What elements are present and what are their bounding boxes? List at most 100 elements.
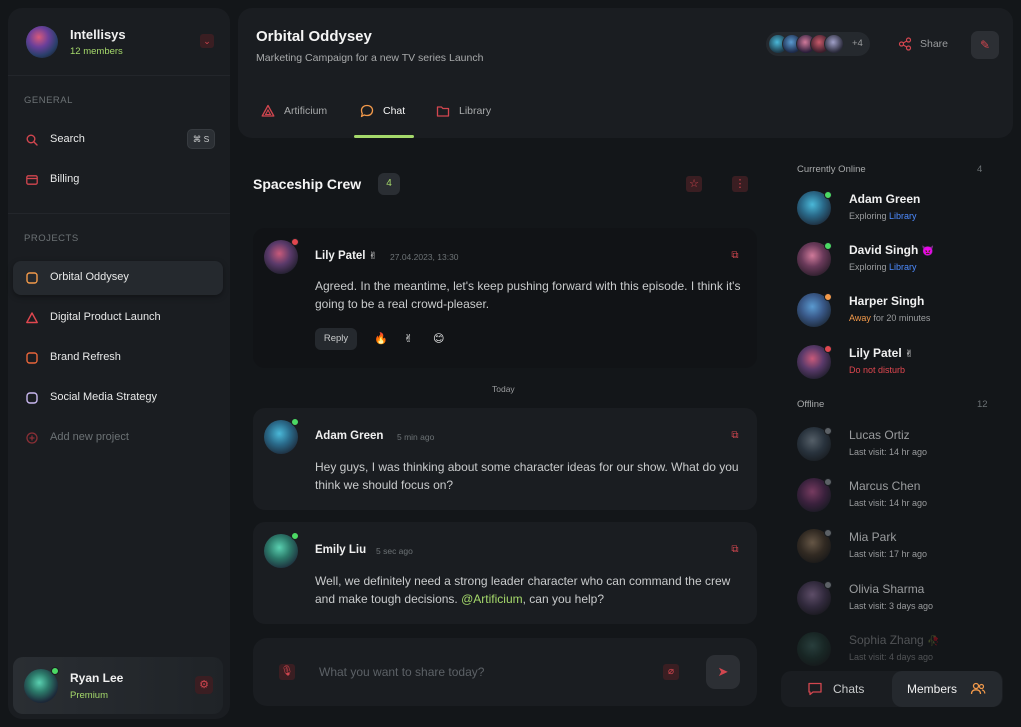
users-icon <box>970 682 986 695</box>
member-item[interactable]: Lily Patel ✌ Do not disturb <box>797 343 997 383</box>
sidebar-project-social-media-strategy[interactable]: Social Media Strategy <box>13 381 223 415</box>
chat-bubble-icon <box>808 682 822 696</box>
section-label-general: GENERAL <box>24 95 73 106</box>
mention-link[interactable]: @Artificium <box>461 592 523 606</box>
member-name-text: David Singh <box>849 243 919 257</box>
message-text: Well, we definitely need a strong leader… <box>315 572 745 608</box>
workspace-avatar <box>26 26 58 58</box>
tab-label: Library <box>459 105 492 117</box>
sidebar-item-label: Orbital Oddysey <box>50 271 129 283</box>
status-link[interactable]: Library <box>889 211 917 221</box>
workspace-members-count: 12 members <box>70 46 123 57</box>
message-author-name: Emily Liu <box>315 544 367 556</box>
message-text: Hey guys, I was thinking about some char… <box>315 460 739 492</box>
message-text-part: , can you help? <box>522 592 605 606</box>
member-item[interactable]: Adam Green Exploring Library <box>797 189 997 229</box>
member-name: Lucas Ortiz <box>849 428 910 442</box>
add-project-button[interactable]: Add new project <box>13 421 223 455</box>
message-composer: 🎙 ⌀ ➤ <box>253 638 757 706</box>
message-input[interactable] <box>319 662 649 682</box>
copy-icon[interactable]: ⧉ <box>729 430 741 442</box>
page-title: Orbital Oddysey <box>256 28 372 45</box>
more-vertical-icon[interactable]: ⋮ <box>732 176 748 192</box>
project-square-icon <box>26 392 38 404</box>
member-item[interactable]: Sophia Zhang 🥀 Last visit: 4 days ago <box>797 630 997 670</box>
member-status: Last visit: 14 hr ago <box>849 447 928 457</box>
gear-icon[interactable]: ⚙ <box>195 676 213 694</box>
tab-label: Artificium <box>284 105 328 117</box>
emoji-icon: 🥀 <box>927 636 940 647</box>
more-collaborators-count: +4 <box>852 38 863 49</box>
offline-status-dot <box>824 427 832 435</box>
edit-button[interactable]: ✎ <box>971 31 999 59</box>
shortcut-badge: ⌘ S <box>187 129 215 149</box>
chat-bubble-icon <box>360 104 374 118</box>
dnd-status-dot <box>291 238 299 246</box>
member-status: Do not disturb <box>849 365 905 375</box>
status-away: Away <box>849 313 871 323</box>
member-status: Last visit: 4 days ago <box>849 652 934 662</box>
reply-button[interactable]: Reply <box>315 328 357 350</box>
member-name: Lily Patel ✌ <box>849 346 913 360</box>
paperclip-icon[interactable]: ⌀ <box>663 664 679 680</box>
search-icon <box>26 134 38 146</box>
member-item[interactable]: David Singh 👿 Exploring Library <box>797 240 997 280</box>
member-status: Exploring Library <box>849 211 917 221</box>
member-name: Olivia Sharma <box>849 582 925 596</box>
star-icon[interactable]: ☆ <box>686 176 702 192</box>
sidebar-item-search[interactable]: Search ⌘ S <box>13 123 223 157</box>
message-author-name: Lily Patel <box>315 250 366 262</box>
chat-title: Spaceship Crew <box>253 176 362 192</box>
current-user-card[interactable]: Ryan Lee Premium ⚙ <box>13 657 223 714</box>
member-status: Exploring Library <box>849 262 917 272</box>
member-item[interactable]: Harper Singh Away for 20 minutes <box>797 291 997 331</box>
folder-icon <box>436 106 450 117</box>
tab-members[interactable]: Members <box>892 671 1002 707</box>
member-item[interactable]: Olivia Sharma Last visit: 3 days ago <box>797 579 997 619</box>
sidebar-project-orbital-oddysey[interactable]: Orbital Oddysey <box>13 261 223 295</box>
offline-status-dot <box>824 529 832 537</box>
sidebar-item-label: Digital Product Launch <box>50 311 161 323</box>
status-text: Exploring <box>849 262 890 272</box>
workspace-name: Intellisys <box>70 27 126 42</box>
collaborators-stack[interactable]: +4 <box>766 32 870 56</box>
pencil-icon: ✎ <box>979 38 991 52</box>
message-author: Lily Patel ✌ <box>315 250 377 262</box>
sidebar-item-billing[interactable]: Billing <box>13 163 223 197</box>
share-button[interactable]: Share <box>898 36 954 54</box>
tab-label: Chats <box>833 682 865 696</box>
member-item[interactable]: Marcus Chen Last visit: 14 hr ago <box>797 476 997 516</box>
reaction-smile[interactable]: 😊 <box>433 332 444 345</box>
online-status-dot <box>824 191 832 199</box>
message-author-name: Adam Green <box>315 430 384 442</box>
sidebar-item-label: Billing <box>50 173 80 185</box>
online-status-dot <box>291 532 299 540</box>
copy-icon[interactable]: ⧉ <box>729 544 741 556</box>
microphone-icon[interactable]: 🎙 <box>279 664 295 680</box>
member-item[interactable]: Lucas Ortiz Last visit: 14 hr ago <box>797 425 997 465</box>
sidebar-project-brand-refresh[interactable]: Brand Refresh <box>13 341 223 375</box>
member-name: Harper Singh <box>849 294 925 308</box>
chevron-down-icon[interactable]: ⌄ <box>200 34 214 48</box>
sidebar-item-label: Social Media Strategy <box>50 391 157 403</box>
reaction-fire[interactable]: 🔥 <box>374 332 388 345</box>
sidebar-item-label: Search <box>50 133 85 145</box>
status-text: for 20 minutes <box>870 313 931 323</box>
status-dnd: Do not disturb <box>849 365 906 375</box>
triangle-icon <box>261 104 275 117</box>
sidebar-project-digital-product-launch[interactable]: Digital Product Launch <box>13 301 223 335</box>
member-item[interactable]: Mia Park Last visit: 17 hr ago <box>797 527 997 567</box>
send-button[interactable]: ➤ <box>706 655 740 689</box>
member-status: Last visit: 17 hr ago <box>849 549 928 559</box>
avatar <box>824 34 844 54</box>
status-link[interactable]: Library <box>889 262 917 272</box>
share-label: Share <box>920 38 949 50</box>
workspace-switcher[interactable]: Intellisys 12 members ⌄ <box>24 24 214 72</box>
tab-chats[interactable]: Chats <box>781 671 891 707</box>
copy-icon[interactable]: ⧉ <box>729 250 741 262</box>
member-status: Away for 20 minutes <box>849 313 930 323</box>
message-time: 27.04.2023, 13:30 <box>390 252 459 262</box>
member-name-text: Lily Patel <box>849 346 902 360</box>
reaction-hand[interactable]: ✌ <box>404 332 413 345</box>
dnd-status-dot <box>824 345 832 353</box>
